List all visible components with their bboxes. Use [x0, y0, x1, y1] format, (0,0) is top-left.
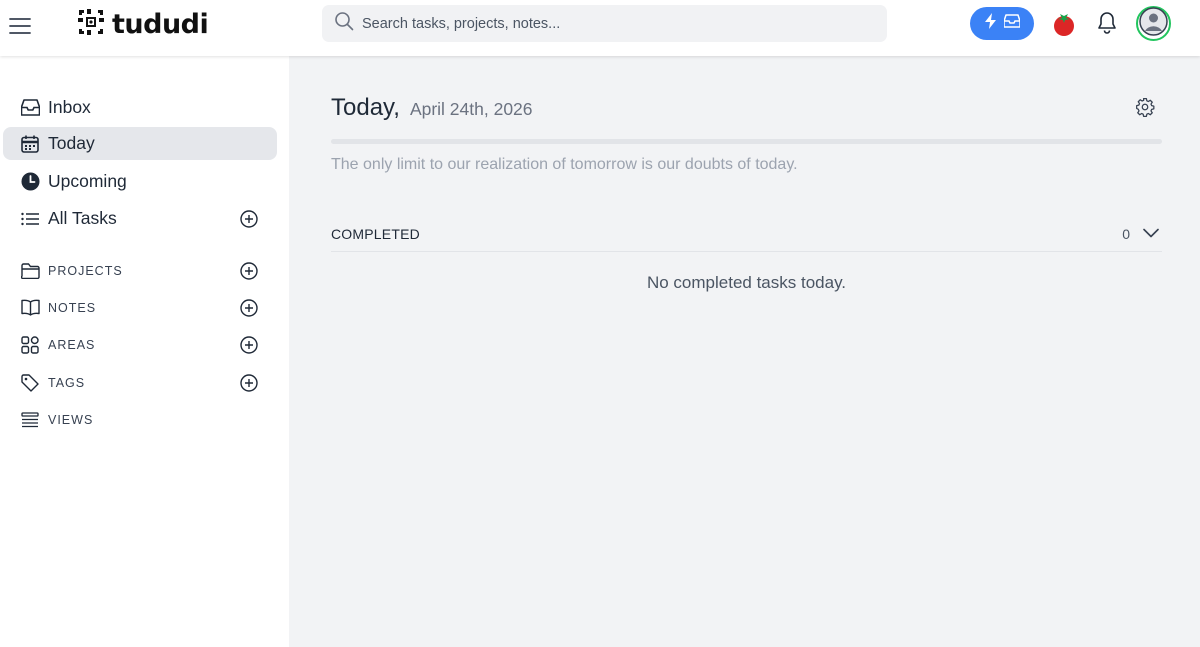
- clock-icon: [20, 172, 40, 192]
- list-icon: [20, 209, 40, 229]
- sidebar-item-inbox[interactable]: Inbox: [3, 91, 277, 124]
- bell-icon[interactable]: [1096, 11, 1120, 37]
- sidebar-item-today[interactable]: Today: [3, 127, 277, 160]
- sidebar-item-tags[interactable]: TAGS: [3, 366, 277, 399]
- search-input[interactable]: [362, 15, 862, 32]
- inbox-icon: [1003, 14, 1021, 33]
- views-icon: [20, 410, 40, 430]
- sidebar-section-label: AREAS: [48, 337, 96, 352]
- book-icon: [20, 298, 40, 318]
- settings-gear-icon[interactable]: [1134, 96, 1156, 118]
- daily-quote: The only limit to our realization of tom…: [331, 156, 798, 173]
- empty-state-message: No completed tasks today.: [646, 273, 847, 292]
- add-task-button[interactable]: [239, 209, 259, 229]
- completed-section-toggle[interactable]: COMPLETED 0: [331, 220, 1162, 252]
- sidebar-item-label: Upcoming: [48, 171, 127, 191]
- sidebar-item-upcoming[interactable]: Upcoming: [3, 165, 277, 198]
- folder-icon: [20, 261, 40, 281]
- sidebar: Inbox Today Upcoming All Tasks PROJECTS: [0, 56, 289, 647]
- calendar-icon: [20, 134, 40, 154]
- add-project-button[interactable]: [239, 261, 259, 281]
- sidebar-section-label: NOTES: [48, 300, 97, 315]
- tag-icon: [20, 373, 40, 393]
- user-icon: [1139, 6, 1168, 41]
- sidebar-item-label: All Tasks: [48, 208, 117, 228]
- page-date: April 24th, 2026: [409, 99, 533, 119]
- sidebar-item-notes[interactable]: NOTES: [3, 291, 277, 324]
- user-avatar[interactable]: [1136, 6, 1171, 41]
- main-content: Today, April 24th, 2026 The only limit t…: [289, 56, 1200, 647]
- sidebar-item-label: Inbox: [48, 97, 91, 117]
- sidebar-section-label: VIEWS: [48, 412, 94, 427]
- sidebar-item-areas[interactable]: AREAS: [3, 328, 277, 361]
- search-icon: [334, 11, 354, 36]
- inbox-icon: [20, 98, 40, 118]
- hamburger-menu-icon[interactable]: [8, 14, 32, 38]
- add-area-button[interactable]: [239, 335, 259, 355]
- completed-count: 0: [1122, 226, 1130, 242]
- tomato-timer-icon[interactable]: [1052, 11, 1076, 37]
- top-bar: tududi: [0, 0, 1200, 56]
- add-tag-button[interactable]: [239, 373, 259, 393]
- sidebar-item-views[interactable]: VIEWS: [3, 403, 277, 436]
- sidebar-section-label: TAGS: [48, 375, 86, 390]
- sidebar-item-label: Today: [48, 133, 95, 153]
- search-bar[interactable]: [322, 5, 887, 42]
- page-title: Today,: [331, 94, 400, 121]
- completed-section-label: COMPLETED: [331, 226, 420, 242]
- quick-capture-button[interactable]: [970, 7, 1034, 40]
- sidebar-item-projects[interactable]: PROJECTS: [3, 254, 277, 287]
- sidebar-section-label: PROJECTS: [48, 263, 123, 278]
- chevron-down-icon[interactable]: [1142, 224, 1160, 242]
- sidebar-item-all-tasks[interactable]: All Tasks: [3, 202, 277, 235]
- app-logo[interactable]: tududi: [76, 7, 209, 42]
- grid-icon: [20, 335, 40, 355]
- page-header: Today, April 24th, 2026: [331, 94, 533, 122]
- add-note-button[interactable]: [239, 298, 259, 318]
- today-progress-bar: [331, 139, 1162, 144]
- app-name: tududi: [112, 8, 209, 40]
- lightning-icon: [984, 13, 998, 34]
- logo-icon: [76, 7, 106, 42]
